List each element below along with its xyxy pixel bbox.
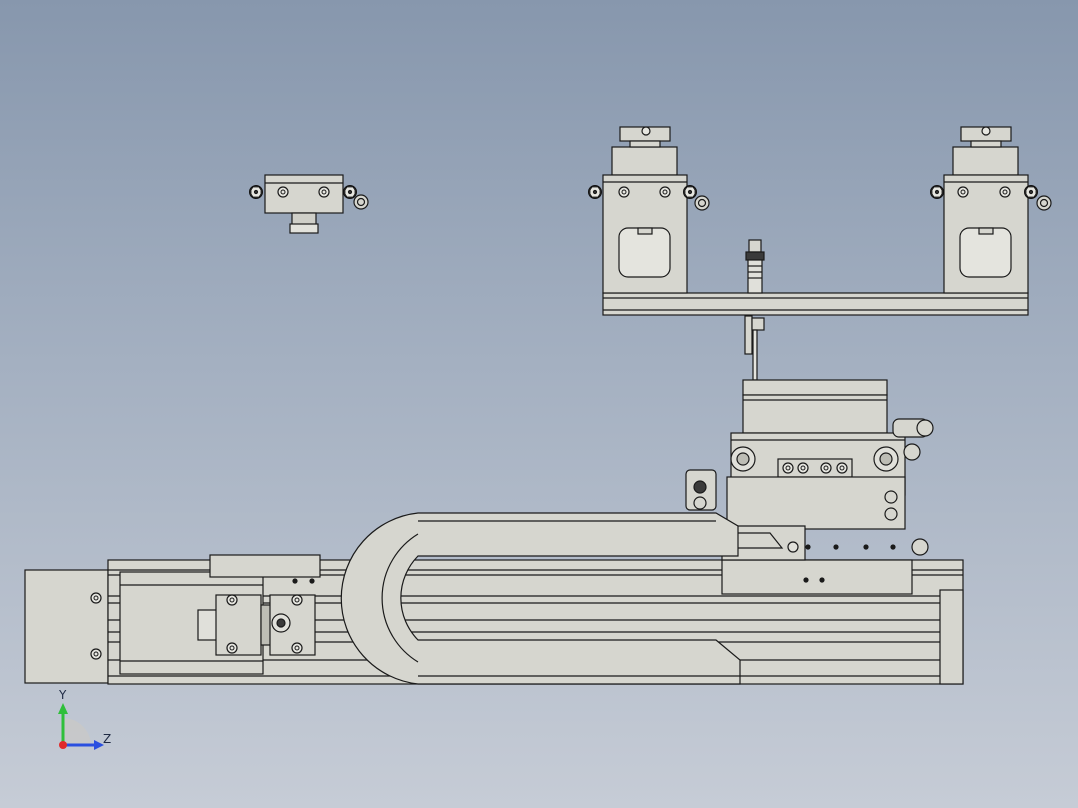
assembly-model[interactable]: Y Z — [0, 0, 1078, 808]
upper-crossbar-assembly[interactable] — [587, 126, 1052, 316]
x-axis-origin — [59, 741, 67, 749]
gripper-right[interactable] — [929, 126, 1052, 294]
shaft-coupling[interactable] — [197, 594, 316, 656]
gripper-left[interactable] — [587, 126, 710, 294]
small-gripper-module[interactable] — [248, 174, 369, 234]
y-axis-label: Y — [58, 688, 67, 702]
triad-plane-indicator — [63, 718, 91, 746]
cad-graphics-viewport[interactable]: Y Z — [0, 0, 1078, 808]
vertical-lift-unit[interactable] — [685, 379, 934, 530]
y-axis-arrowhead — [58, 703, 68, 714]
motor-housing[interactable] — [24, 569, 109, 684]
vertical-guide-rod[interactable] — [744, 315, 765, 381]
coordinate-triad: Y Z — [58, 688, 111, 750]
proximity-sensor[interactable] — [745, 239, 765, 294]
z-axis-label: Z — [103, 732, 111, 746]
